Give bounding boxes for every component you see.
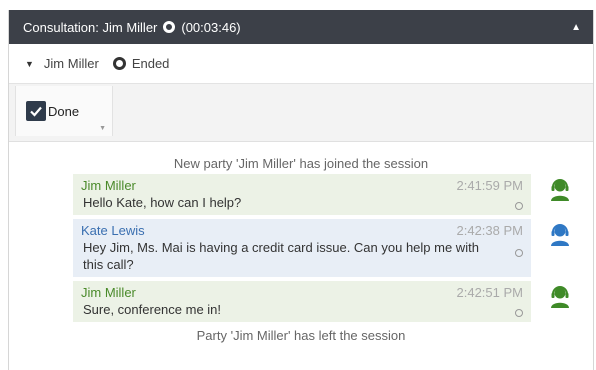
message-sender: Jim Miller	[81, 285, 136, 300]
chat-transcript: New party 'Jim Miller' has joined the se…	[9, 142, 593, 346]
chat-message: Kate Lewis 2:42:38 PM Hey Jim, Ms. Mai i…	[73, 219, 569, 277]
read-status-icon	[515, 249, 523, 257]
party-row: ▼ Jim Miller Ended	[9, 44, 593, 84]
agent-headset-icon	[551, 286, 569, 308]
chevron-up-icon[interactable]: ▲	[571, 22, 581, 33]
message-text: Sure, conference me in!	[83, 302, 222, 317]
message-text: Hello Kate, how can I help?	[83, 195, 242, 210]
read-status-icon	[515, 202, 523, 210]
call-status-icon	[163, 21, 176, 33]
party-status: Ended	[131, 56, 170, 71]
message-sender: Kate Lewis	[81, 223, 145, 238]
toolbar: Done ▼	[9, 84, 593, 142]
message-time: 2:41:59 PM	[456, 178, 524, 193]
agent-headset-icon	[551, 179, 569, 201]
dropdown-arrow-icon[interactable]: ▼	[99, 125, 106, 132]
ended-status-icon	[112, 57, 126, 70]
left-notice: Party 'Jim Miller' has left the session	[196, 328, 406, 343]
done-label: Done	[48, 103, 80, 119]
message-time: 2:42:38 PM	[456, 223, 524, 238]
chat-message: Jim Miller 2:42:51 PM Sure, conference m…	[73, 281, 569, 322]
message-sender: Jim Miller	[81, 178, 136, 193]
chevron-down-icon[interactable]: ▼	[25, 59, 34, 69]
consultation-title: Consultation: Jim Miller	[23, 19, 158, 35]
joined-notice: New party 'Jim Miller' has joined the se…	[173, 156, 429, 171]
party-name[interactable]: Jim Miller	[44, 56, 99, 71]
agent-headset-icon	[551, 224, 569, 246]
consultation-titlebar: Consultation: Jim Miller (00:03:46) ▲	[9, 10, 593, 44]
consultation-panel: Consultation: Jim Miller (00:03:46) ▲ ▼ …	[8, 10, 594, 370]
chat-message: Jim Miller 2:41:59 PM Hello Kate, how ca…	[73, 174, 569, 215]
message-time: 2:42:51 PM	[456, 285, 524, 300]
message-text: Hey Jim, Ms. Mai is having a credit card…	[83, 240, 479, 272]
consultation-timer: (00:03:46)	[181, 19, 241, 35]
read-status-icon	[515, 309, 523, 317]
checkmark-icon	[26, 101, 46, 121]
done-button[interactable]: Done ▼	[15, 86, 113, 136]
